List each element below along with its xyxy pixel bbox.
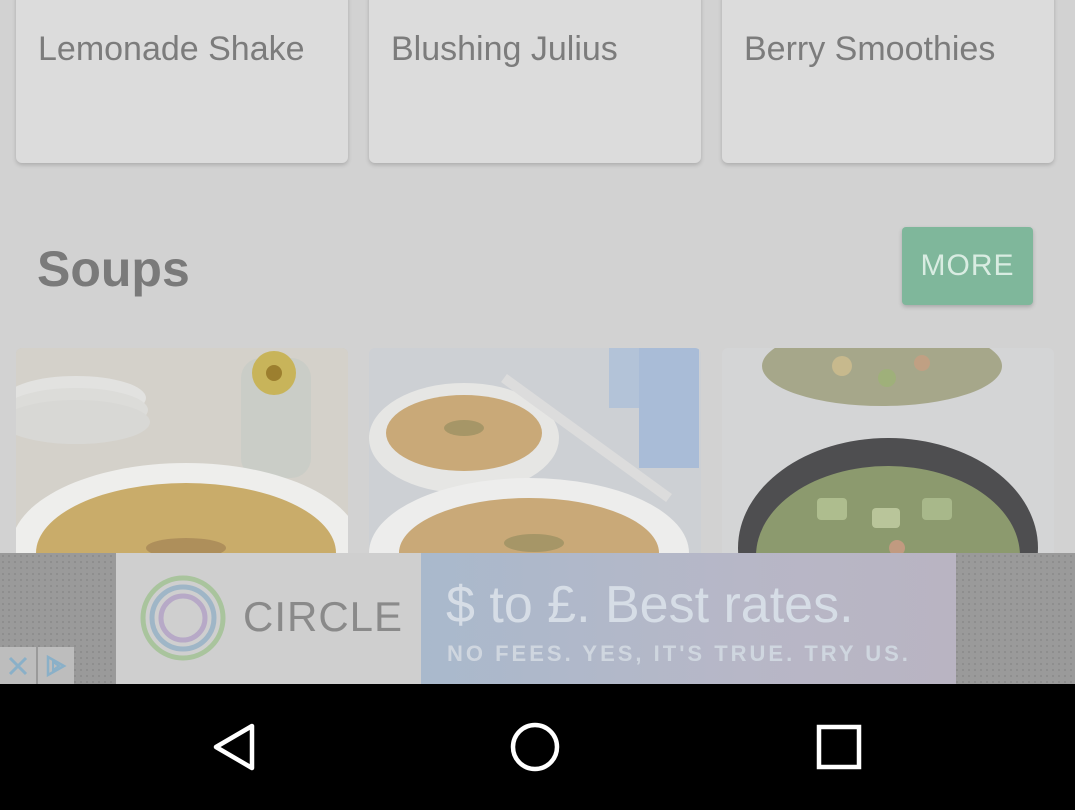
ad-banner[interactable]: CIRCLE $ to £. Best rates. NO FEES. YES,… [0,553,1075,684]
close-icon [8,656,28,675]
ad-close-button[interactable] [0,647,36,684]
pumpkin-soup-image [16,348,348,568]
recipe-card[interactable]: Lemonade Shake [16,0,348,163]
recipe-card-title: Blushing Julius [391,30,618,68]
back-button[interactable] [199,717,269,777]
recipe-image-card[interactable] [722,348,1054,568]
recents-icon [816,724,862,770]
adchoices-icon [46,654,67,677]
recipe-image-card[interactable] [369,348,701,568]
ad-brand-name: CIRCLE [243,593,404,640]
recipe-card[interactable]: Berry Smoothies [722,0,1054,163]
recipe-image-card[interactable] [16,348,348,568]
section-title: Soups [37,241,190,297]
home-button[interactable] [500,717,570,777]
carrot-soup-image [369,348,701,568]
recents-button[interactable] [804,717,874,777]
adchoices-button[interactable] [38,647,74,684]
recipe-card-title: Berry Smoothies [744,30,996,68]
home-icon [510,722,560,772]
ad-headline: $ to £. Best rates. [446,576,854,634]
back-icon [213,723,255,771]
system-nav-bar [0,684,1075,810]
recipe-card-title: Lemonade Shake [38,30,305,68]
circle-logo-icon [140,575,226,661]
more-button[interactable]: MORE [902,227,1033,305]
ad-subline: NO FEES. YES, IT'S TRUE. TRY US. [447,641,911,666]
recipe-card[interactable]: Blushing Julius [369,0,701,163]
vegetable-soup-image [722,348,1054,568]
